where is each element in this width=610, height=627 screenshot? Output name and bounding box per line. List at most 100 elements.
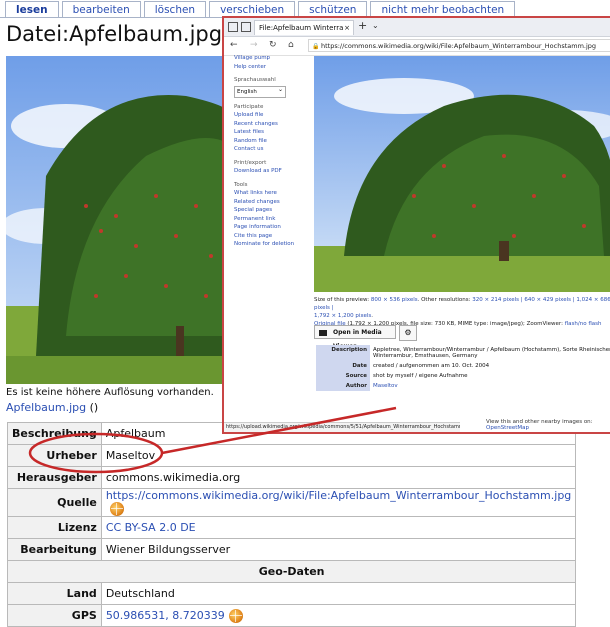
sidebar-link[interactable]: Related changes [234,198,312,207]
forward-icon[interactable]: → [250,40,258,50]
refresh-icon[interactable]: ↻ [269,40,277,50]
media-viewer-button[interactable]: Open in Media Viewer [314,325,396,350]
table-row: GPS 50.986531, 8.720339 [7,604,577,627]
desc-value: created / aufgenommen am 10. Oct. 2004 [370,361,610,371]
openstreetmap-link[interactable]: OpenStreetMap [486,425,529,431]
sidebar-link[interactable]: Random file [234,137,312,146]
gear-icon[interactable]: ⚙ [399,325,417,341]
table-row: Author Maseltov [316,381,610,391]
sidebar-link[interactable]: Upload file [234,111,312,120]
table-row: Urheber Maseltov [7,444,577,467]
sidebar-link[interactable]: Download as PDF [234,167,312,176]
sidebar-link[interactable]: Latest files [234,128,312,137]
desc-key: Source [316,371,370,381]
sidebar-heading: Print/export [234,159,267,166]
desc-key: Description [316,345,370,361]
lock-icon: 🔒 [312,43,320,50]
browser-tab[interactable]: File:Apfelbaum Winterra × [254,20,354,35]
row-key: Bearbeitung [7,538,102,561]
tab-actions-icon[interactable] [228,22,238,32]
chevron-down-icon[interactable]: ⌄ [372,21,379,30]
table-row: Date created / aufgenommen am 10. Oct. 2… [316,361,610,371]
table-row: Herausgeber commons.wikimedia.org [7,466,577,489]
desc-value: shot by myself / eigene Aufnahme [370,371,610,381]
row-value: https://commons.wikimedia.org/wiki/File:… [100,488,577,517]
new-tab-icon[interactable]: + [358,19,367,32]
tab-delete[interactable]: löschen [143,1,207,18]
row-value: Maseltov [100,444,577,467]
zoom-link[interactable]: flash/no flash [565,321,602,327]
sidebar-heading: Sprachauswahl [234,77,276,83]
browser-tab-bar: File:Apfelbaum Winterra × + ⌄ [224,18,610,37]
status-bar-url: https://upload.wikimedia.org/wikipedia/c… [224,422,460,432]
sidebar-heading: Tools [234,181,248,188]
sidebar-link[interactable]: Contact us [234,145,312,154]
gps-link[interactable]: 50.986531, 8.720339 [106,609,225,622]
row-value: 50.986531, 8.720339 [100,604,577,627]
sidebar-link[interactable]: Village pump [234,54,312,63]
preview-label: Size of this preview: [314,297,371,303]
tabs-aside-icon[interactable] [241,22,251,32]
author-link[interactable]: Maseltov [370,381,610,391]
file-link-suffix: () [89,401,99,414]
back-icon[interactable]: ← [230,40,238,50]
home-icon[interactable]: ⌂ [288,40,294,50]
sidebar-link[interactable]: Recent changes [234,120,312,129]
sidebar-link[interactable]: Permanent link [234,215,312,224]
globe-icon[interactable] [228,608,243,623]
commons-photo[interactable] [314,56,610,292]
close-icon[interactable]: × [344,21,350,36]
no-higher-resolution-note: Es ist keine höhere Auflösung vorhanden. [6,387,214,398]
sidebar-link[interactable]: Help center [234,63,312,72]
other-res-label: . Other resolutions: [417,297,473,303]
row-key: Urheber [7,444,102,467]
license-link[interactable]: CC BY-SA 2.0 DE [106,521,196,534]
commons-description-table: Description Appletree, Winterrambour/Win… [316,345,610,391]
row-key: Land [7,582,102,605]
url-input[interactable]: 🔒 https://commons.wikimedia.org/wiki/Fil… [308,39,610,52]
desc-key: Date [316,361,370,371]
section-header-geo: Geo-Daten [6,560,577,583]
browser-tab-title: File:Apfelbaum Winterra [259,24,344,32]
row-key: GPS [7,604,102,627]
page-title: Datei:Apfelbaum.jpg [6,22,223,46]
sidebar-link[interactable]: Page information [234,223,312,232]
table-row: Quelle https://commons.wikimedia.org/wik… [7,488,577,517]
file-link-line: Apfelbaum.jpg () [6,401,98,414]
commons-sidebar: Village pump Help center Sprachauswahl E… [234,54,312,249]
table-row: Description Appletree, Winterrambour/Win… [316,345,610,361]
sidebar-link[interactable]: Cite this page [234,232,312,241]
row-key: Herausgeber [7,466,102,489]
row-key: Lizenz [7,516,102,539]
preview-size-link[interactable]: 800 × 536 pixels [371,297,418,303]
resolution-link-full[interactable]: 1,792 × 1,200 pixels [314,313,371,319]
row-key: Beschreibung [7,422,102,445]
sidebar-link[interactable]: Nominate for deletion [234,240,312,249]
apple-tree-photo[interactable] [6,56,232,384]
table-row: Source shot by myself / eigene Aufnahme [316,371,610,381]
row-value: commons.wikimedia.org [100,466,577,489]
nearby-images: View this and other nearby images on: Op… [486,419,610,431]
row-value: CC BY-SA 2.0 DE [100,516,577,539]
row-value: Wiener Bildungsserver [100,538,577,561]
table-row: Bearbeitung Wiener Bildungsserver [7,538,577,561]
tab-read[interactable]: lesen [5,1,59,18]
table-row: Land Deutschland [7,582,577,605]
preview-line: 1,792 × 1,200 pixels. [314,313,373,319]
desc-key: Author [316,381,370,391]
table-row: Geo-Daten [6,560,577,583]
globe-icon[interactable] [109,502,124,516]
browser-window: File:Apfelbaum Winterra × + ⌄ ← → ↻ ⌂ 🔒 … [222,16,610,434]
desc-value: Appletree, Winterrambour/Winterrambur / … [370,345,610,361]
preview-info: Size of this preview: 800 × 536 pixels. … [314,296,610,328]
preview-line: Size of this preview: 800 × 536 pixels. … [314,296,610,312]
row-value: Deutschland [100,582,577,605]
url-text: https://commons.wikimedia.org/wiki/File:… [321,42,597,50]
sidebar-link[interactable]: What links here [234,189,312,198]
language-select[interactable]: English [234,85,286,98]
sidebar-link[interactable]: Special pages [234,206,312,215]
tab-edit[interactable]: bearbeiten [61,1,141,18]
row-key: Quelle [7,488,102,517]
file-link[interactable]: Apfelbaum.jpg [6,401,86,414]
source-link[interactable]: https://commons.wikimedia.org/wiki/File:… [106,489,571,502]
